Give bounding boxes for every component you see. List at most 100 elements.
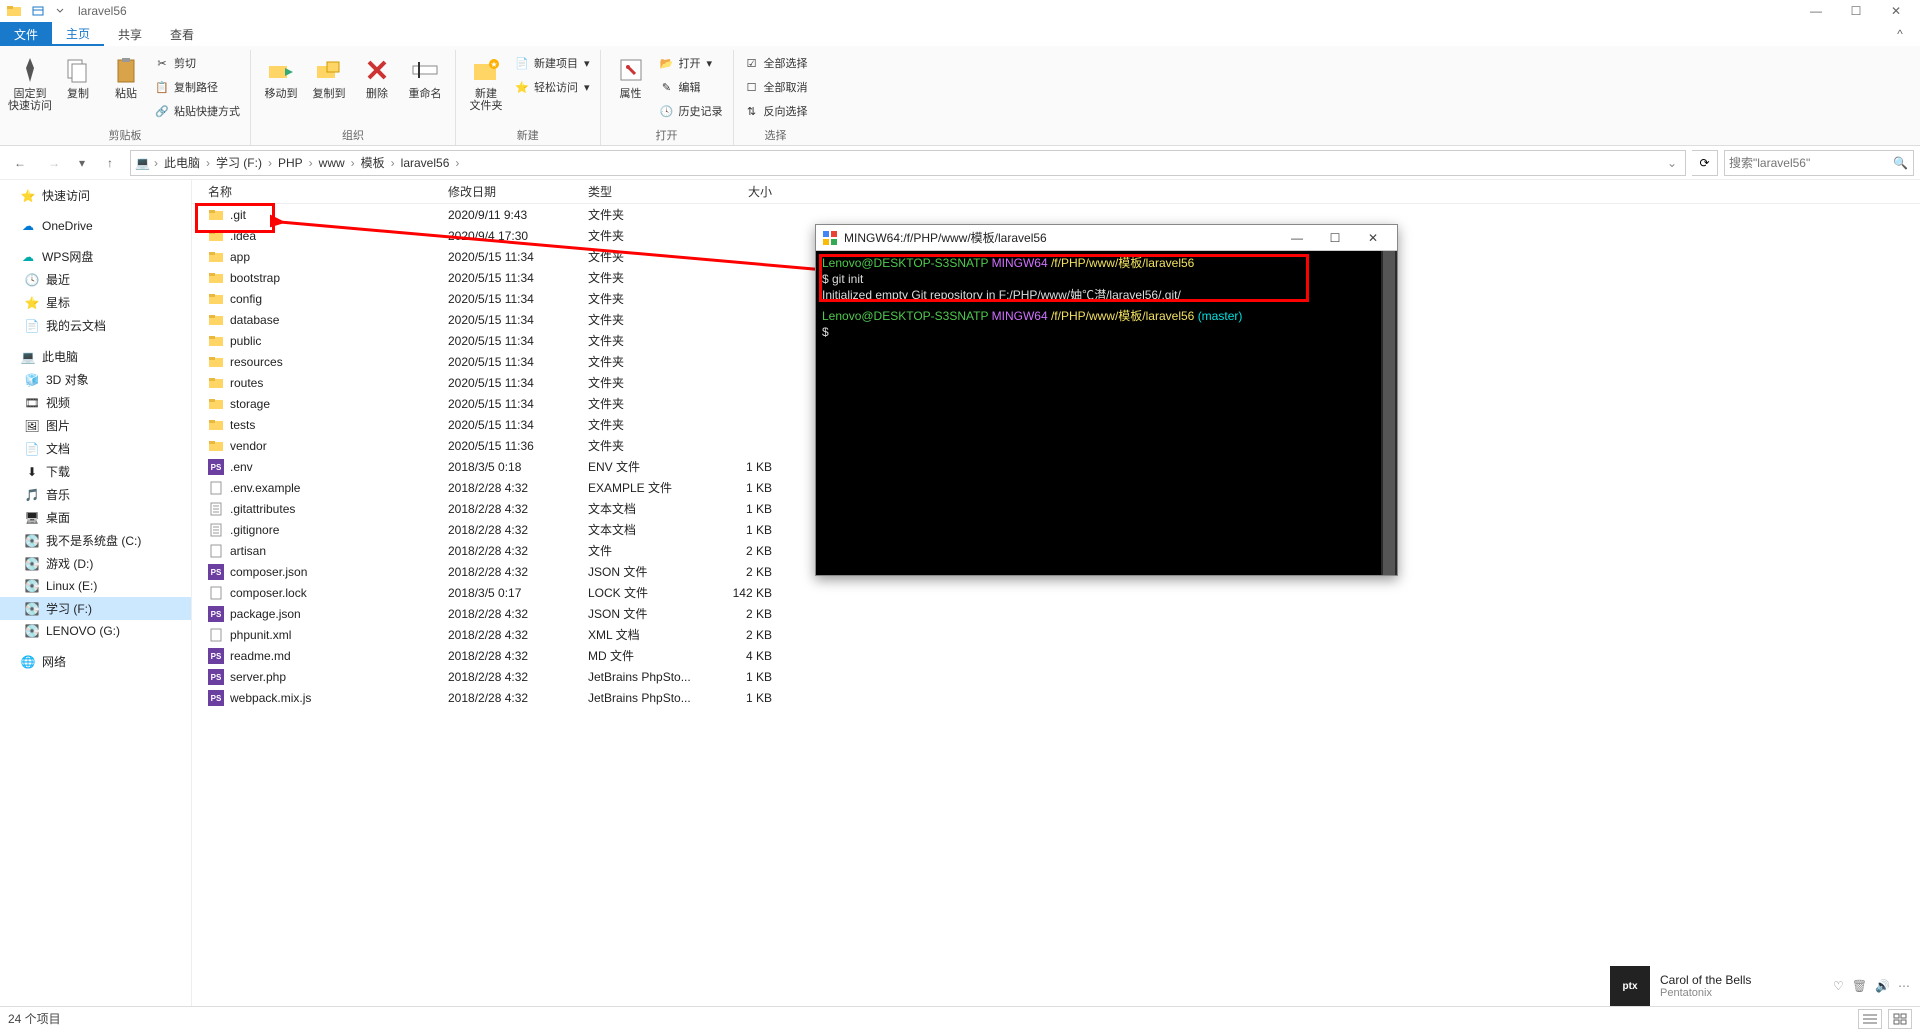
file-row[interactable]: PSpackage.json2018/2/28 4:32JSON 文件2 KB — [192, 603, 1920, 624]
file-icon — [208, 522, 224, 538]
nav-back-button[interactable]: ← — [6, 149, 34, 177]
file-icon: PS — [208, 690, 224, 706]
select-none-button[interactable]: ☐全部取消 — [740, 76, 812, 98]
qat-dropdown-icon[interactable] — [50, 3, 70, 19]
breadcrumb[interactable]: 💻 › 此电脑› 学习 (F:)› PHP› www› 模板› laravel5… — [130, 150, 1686, 176]
file-row[interactable]: .git2020/9/11 9:43文件夹 — [192, 204, 1920, 225]
terminal-minimize-button[interactable]: — — [1279, 226, 1315, 250]
file-row[interactable]: PSreadme.md2018/2/28 4:32MD 文件4 KB — [192, 645, 1920, 666]
tab-home[interactable]: 主页 — [52, 22, 104, 46]
nav-drive-f[interactable]: 💽学习 (F:) — [0, 597, 191, 620]
nav-recent-button[interactable]: ▾ — [74, 149, 90, 177]
nav-onedrive[interactable]: ☁OneDrive — [0, 215, 191, 237]
file-icon — [208, 543, 224, 559]
copy-to-button[interactable]: 复制到 — [305, 50, 353, 100]
nav-star[interactable]: ⭐星标 — [0, 291, 191, 314]
terminal-titlebar[interactable]: MINGW64:/f/PHP/www/模板/laravel56 — ☐ ✕ — [816, 225, 1397, 251]
rename-button[interactable]: 重命名 — [401, 50, 449, 100]
file-date: 2018/2/28 4:32 — [448, 502, 588, 516]
breadcrumb-dropdown-icon[interactable]: ⌄ — [1667, 156, 1681, 170]
move-to-button[interactable]: 移动到 — [257, 50, 305, 100]
maximize-button[interactable]: ☐ — [1836, 0, 1876, 22]
terminal-maximize-button[interactable]: ☐ — [1317, 226, 1353, 250]
col-header-size[interactable]: 大小 — [704, 183, 780, 200]
search-box[interactable]: 🔍 — [1724, 150, 1914, 176]
breadcrumb-item[interactable]: 学习 (F:) — [214, 154, 264, 171]
nav-desktop[interactable]: 🖥桌面 — [0, 506, 191, 529]
nav-downloads[interactable]: ⬇下载 — [0, 460, 191, 483]
easy-access-button[interactable]: ⭐轻松访问▾ — [510, 76, 594, 98]
minimize-button[interactable]: — — [1796, 0, 1836, 22]
heart-icon[interactable]: ♡ — [1833, 979, 1844, 993]
history-button[interactable]: 🕓历史记录 — [655, 100, 727, 122]
tab-file[interactable]: 文件 — [0, 22, 52, 46]
volume-icon[interactable]: 🔊 — [1875, 979, 1890, 993]
nav-recent[interactable]: 🕓最近 — [0, 268, 191, 291]
nav-quick-access[interactable]: ⭐快速访问 — [0, 184, 191, 207]
terminal-scrollbar[interactable] — [1381, 251, 1397, 575]
qat-props-icon[interactable] — [28, 3, 48, 19]
view-icons-button[interactable] — [1888, 1009, 1912, 1029]
file-name: storage — [230, 397, 270, 411]
file-row[interactable]: phpunit.xml2018/2/28 4:32XML 文档2 KB — [192, 624, 1920, 645]
nav-drive-e[interactable]: 💽Linux (E:) — [0, 575, 191, 597]
more-icon[interactable]: ⋯ — [1898, 979, 1910, 993]
file-type: 文件夹 — [588, 395, 704, 412]
search-input[interactable] — [1729, 156, 1893, 170]
nav-up-button[interactable]: ↑ — [96, 149, 124, 177]
new-item-button[interactable]: 📄新建项目▾ — [510, 52, 594, 74]
breadcrumb-item[interactable]: PHP — [276, 156, 305, 170]
file-type: MD 文件 — [588, 647, 704, 664]
open-button[interactable]: 📂打开▾ — [655, 52, 727, 74]
search-icon[interactable]: 🔍 — [1893, 156, 1909, 170]
ribbon-collapse-icon[interactable]: ^ — [1880, 22, 1920, 46]
pin-quick-access-button[interactable]: 固定到 快速访问 — [6, 50, 54, 112]
breadcrumb-item[interactable]: laravel56 — [399, 156, 452, 170]
nav-drive-c[interactable]: 💽我不是系统盘 (C:) — [0, 529, 191, 552]
nav-my-docs[interactable]: 📄我的云文档 — [0, 314, 191, 337]
file-name: .env — [230, 460, 253, 474]
breadcrumb-item[interactable]: 此电脑 — [162, 154, 202, 171]
nav-videos[interactable]: 🎞视频 — [0, 391, 191, 414]
select-all-button[interactable]: ☑全部选择 — [740, 52, 812, 74]
tab-share[interactable]: 共享 — [104, 22, 156, 46]
delete-button[interactable]: 删除 — [353, 50, 401, 100]
terminal-body[interactable]: Lenovo@DESKTOP-S3SNATP MINGW64 /f/PHP/ww… — [816, 251, 1397, 575]
col-header-type[interactable]: 类型 — [588, 183, 704, 200]
nav-wps[interactable]: ☁WPS网盘 — [0, 245, 191, 268]
copy-path-button[interactable]: 📋复制路径 — [150, 76, 244, 98]
paste-button[interactable]: 粘贴 — [102, 50, 150, 100]
nav-3d-objects[interactable]: 🧊3D 对象 — [0, 368, 191, 391]
properties-button[interactable]: 属性 — [607, 50, 655, 100]
nav-forward-button[interactable]: → — [40, 149, 68, 177]
col-header-name[interactable]: 名称 — [192, 183, 448, 200]
window-title: laravel56 — [78, 4, 127, 18]
file-row[interactable]: composer.lock2018/3/5 0:17LOCK 文件142 KB — [192, 582, 1920, 603]
breadcrumb-item[interactable]: 模板 — [359, 154, 387, 171]
breadcrumb-item[interactable]: www — [317, 156, 347, 170]
nav-this-pc[interactable]: 💻此电脑 — [0, 345, 191, 368]
nav-drive-g[interactable]: 💽LENOVO (G:) — [0, 620, 191, 642]
paste-shortcut-button[interactable]: 🔗粘贴快捷方式 — [150, 100, 244, 122]
music-widget[interactable]: ptx Carol of the Bells Pentatonix ♡ 🗑 🔊 … — [1610, 966, 1910, 1006]
nav-pictures[interactable]: 🖼图片 — [0, 414, 191, 437]
file-size: 1 KB — [704, 691, 780, 705]
col-header-date[interactable]: 修改日期 — [448, 183, 588, 200]
nav-network[interactable]: 🌐网络 — [0, 650, 191, 673]
view-details-button[interactable] — [1858, 1009, 1882, 1029]
trash-icon[interactable]: 🗑 — [1852, 979, 1867, 993]
nav-documents[interactable]: 📄文档 — [0, 437, 191, 460]
terminal-close-button[interactable]: ✕ — [1355, 226, 1391, 250]
new-folder-button[interactable]: ★新建 文件夹 — [462, 50, 510, 112]
file-row[interactable]: PSwebpack.mix.js2018/2/28 4:32JetBrains … — [192, 687, 1920, 708]
edit-button[interactable]: ✎编辑 — [655, 76, 727, 98]
tab-view[interactable]: 查看 — [156, 22, 208, 46]
invert-selection-button[interactable]: ⇅反向选择 — [740, 100, 812, 122]
nav-drive-d[interactable]: 💽游戏 (D:) — [0, 552, 191, 575]
nav-music[interactable]: 🎵音乐 — [0, 483, 191, 506]
copy-button[interactable]: 复制 — [54, 50, 102, 100]
cut-button[interactable]: ✂剪切 — [150, 52, 244, 74]
refresh-button[interactable]: ⟳ — [1692, 150, 1718, 176]
close-button[interactable]: ✕ — [1876, 0, 1916, 22]
file-row[interactable]: PSserver.php2018/2/28 4:32JetBrains PhpS… — [192, 666, 1920, 687]
